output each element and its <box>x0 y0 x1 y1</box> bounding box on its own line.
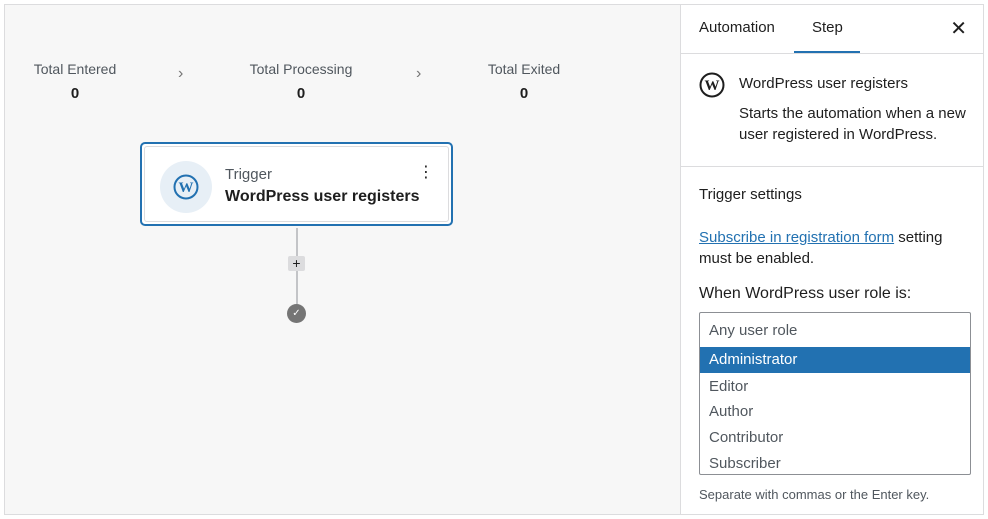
sidebar-panel: Automation Step ✕ W WordPress user regis… <box>680 5 983 514</box>
svg-text:W: W <box>179 180 194 196</box>
close-icon[interactable]: ✕ <box>950 16 967 41</box>
stat-label: Total Processing <box>249 61 353 77</box>
stat-total-exited: Total Exited 0 <box>454 61 594 102</box>
stat-label: Total Exited <box>487 61 561 77</box>
role-option-administrator[interactable]: Administrator <box>700 347 970 373</box>
stat-label: Total Entered <box>33 61 117 77</box>
wordpress-icon: W <box>699 72 725 103</box>
step-description: Starts the automation when a new user re… <box>739 105 966 143</box>
registration-note: Subscribe in registration form setting m… <box>699 227 969 269</box>
check-icon: ✓ <box>287 304 306 323</box>
connector-line <box>296 271 298 304</box>
tab-step[interactable]: Step <box>812 19 843 36</box>
stat-total-entered: Total Entered 0 <box>5 61 145 102</box>
user-role-label: When WordPress user role is: <box>699 285 912 302</box>
add-step-button[interactable]: + <box>288 256 305 271</box>
tab-automation[interactable]: Automation <box>699 19 775 36</box>
stat-value: 0 <box>296 85 306 102</box>
connector-line <box>296 228 298 256</box>
role-option-subscriber[interactable]: Subscriber <box>700 451 970 477</box>
trigger-card-body: W Trigger WordPress user registers ⋮ <box>144 146 449 222</box>
workflow-canvas: Total Entered 0 › Total Processing 0 › T… <box>5 5 680 514</box>
trigger-name: WordPress user registers <box>225 188 420 205</box>
user-role-help-text: Separate with commas or the Enter key. <box>699 487 930 502</box>
trigger-kind-label: Trigger <box>225 166 272 183</box>
step-title: WordPress user registers <box>739 75 908 92</box>
role-option-contributor[interactable]: Contributor <box>700 425 970 451</box>
chevron-right-icon: › <box>178 65 184 82</box>
role-option-author[interactable]: Author <box>700 399 970 425</box>
step-info: W WordPress user registers Starts the au… <box>681 53 983 167</box>
more-vertical-icon[interactable]: ⋮ <box>418 165 434 181</box>
chevron-right-icon: › <box>416 65 422 82</box>
trigger-step-card[interactable]: W Trigger WordPress user registers ⋮ <box>140 142 453 226</box>
wordpress-icon: W <box>160 161 212 213</box>
svg-text:W: W <box>705 78 720 94</box>
automation-editor: Total Entered 0 › Total Processing 0 › T… <box>4 4 984 515</box>
role-option-editor[interactable]: Editor <box>700 374 970 400</box>
user-role-select[interactable]: Any user role Administrator Editor Autho… <box>699 312 971 475</box>
trigger-settings-heading: Trigger settings <box>699 186 802 203</box>
subscribe-registration-form-link[interactable]: Subscribe in registration form <box>699 229 894 246</box>
user-role-placeholder[interactable]: Any user role <box>709 322 797 339</box>
stat-total-processing: Total Processing 0 <box>231 61 371 102</box>
stat-value: 0 <box>70 85 80 102</box>
panel-tabs: Automation Step ✕ <box>681 5 983 54</box>
stat-value: 0 <box>519 85 529 102</box>
